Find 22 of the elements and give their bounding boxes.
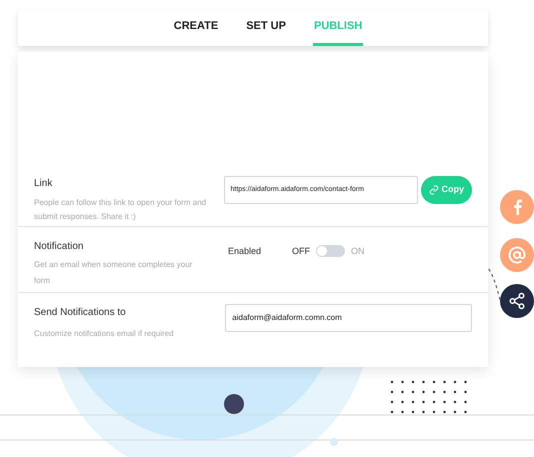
notification-toggle[interactable] [316,245,345,257]
link-description: People can follow this link to open your form and submit responses. Share it :) [34,197,208,223]
notification-title: Notification [34,240,84,254]
facebook-button[interactable] [500,190,534,224]
tab[interactable]: SET UP [245,10,287,46]
send-to-title: Send Notifications to [34,306,127,320]
link-title: Link [34,177,54,191]
email-field[interactable]: aidaform@aidaform.comn.com [225,304,472,332]
light-dot [330,438,338,446]
email-button[interactable] [500,238,534,272]
send-to-description: Customize notifcations email if required [34,328,175,340]
on-label: ON [351,245,364,258]
notification-description: Get an email when someone completes your form [34,259,194,287]
at-sign-icon [508,246,526,264]
status-label: Enabled [228,245,262,258]
facebook-icon [512,199,522,215]
off-label: OFF [292,245,310,258]
share-icon [508,292,526,310]
share-button[interactable] [500,284,534,318]
tab[interactable]: CREATE [172,10,220,46]
dark-dot [224,394,244,414]
link-icon [428,185,438,195]
